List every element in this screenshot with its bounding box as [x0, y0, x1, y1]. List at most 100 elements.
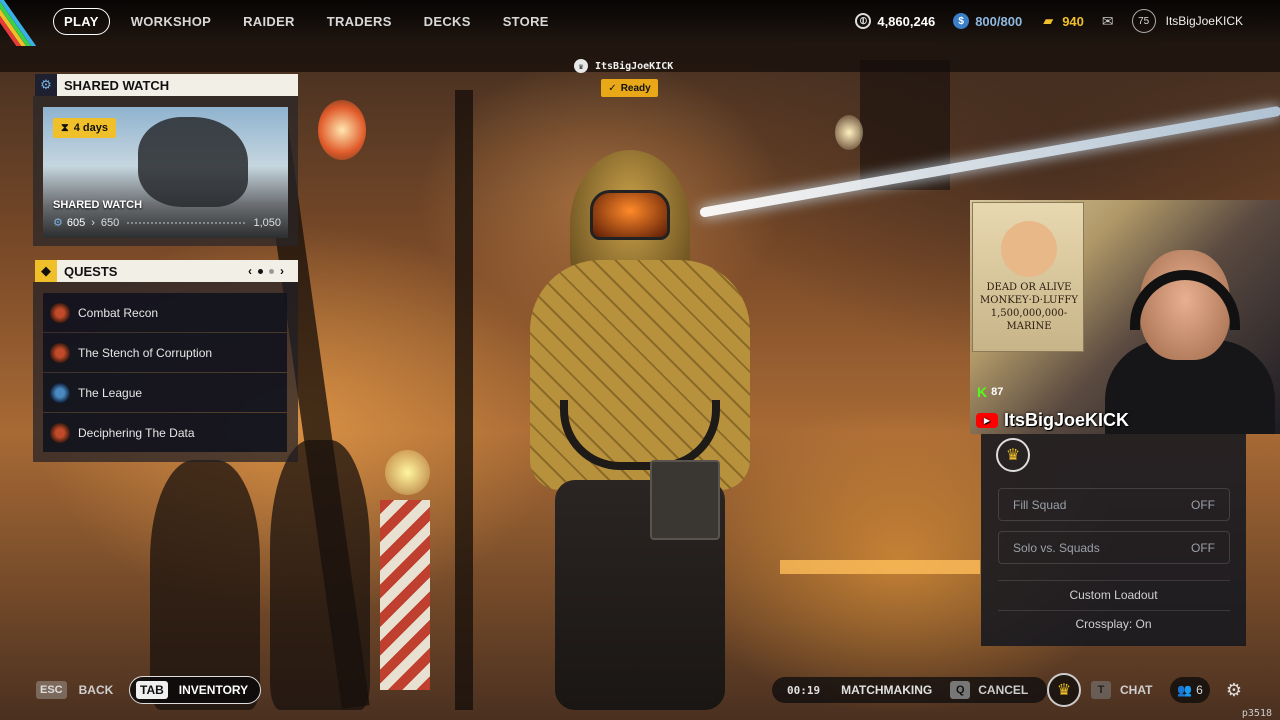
nav-raider[interactable]: RAIDER	[243, 14, 295, 29]
quest-item[interactable]: Combat Recon	[43, 293, 287, 332]
divider	[998, 580, 1230, 581]
wanted-poster: DEAD OR ALIVE MONKEY·D·LUFFY 1,500,000,0…	[972, 202, 1084, 352]
friends-count: 6	[1196, 683, 1203, 697]
character-device	[650, 460, 720, 540]
custom-loadout-button[interactable]: Custom Loadout	[981, 588, 1246, 602]
quest-item[interactable]: Deciphering The Data	[43, 413, 287, 452]
character-visor	[590, 190, 670, 240]
quests-title: QUESTS	[64, 263, 118, 279]
hourglass-icon: ⧗	[61, 121, 69, 134]
crown-icon: ♛	[574, 59, 588, 73]
back-label: BACK	[78, 683, 114, 697]
gear-icon: ⚙	[53, 217, 63, 229]
poster-face	[1001, 221, 1057, 277]
quest-icon: ◆	[35, 260, 57, 282]
chevron-right-icon[interactable]: ›	[280, 264, 284, 278]
chevron-right-icon: ›	[91, 216, 95, 229]
solo-vs-squads-toggle[interactable]: Solo vs. Squads OFF	[998, 531, 1230, 564]
main-nav: PLAY WORKSHOP RAIDER TRADERS DECKS STORE	[53, 8, 581, 35]
t-key-hint: T	[1091, 681, 1111, 699]
quest-item[interactable]: The League	[43, 373, 287, 412]
coins-value: 4,860,246	[877, 13, 936, 29]
quest-item[interactable]: The Stench of Corruption	[43, 333, 287, 372]
trader-avatar-icon	[50, 302, 70, 323]
shared-watch-card-title: SHARED WATCH	[53, 199, 143, 211]
mail-button[interactable]: ✉	[1102, 13, 1114, 30]
matchmaking-label: MATCHMAKING	[841, 683, 933, 697]
kick-logo-icon: K	[977, 384, 988, 400]
ready-status-text: Ready	[620, 82, 651, 94]
player-emblem-icon[interactable]: ♛	[1047, 673, 1081, 707]
progress-next: 650	[100, 216, 120, 229]
matchmaking-bar: 00:19 MATCHMAKING Q CANCEL	[772, 677, 1047, 703]
light-lamp	[318, 100, 366, 160]
light-lamp	[385, 450, 430, 495]
shared-watch-title: SHARED WATCH	[64, 77, 170, 93]
raider-character	[500, 150, 780, 710]
shared-watch-header: ⚙ SHARED WATCH	[35, 74, 298, 96]
scaffold-beam	[455, 90, 473, 710]
lobby-player-name: ItsBigJoeKICK	[595, 60, 674, 72]
crossplay-setting[interactable]: Crossplay: On	[981, 617, 1246, 631]
progress-current: 605	[66, 216, 86, 229]
nav-store[interactable]: STORE	[503, 14, 549, 29]
fill-squad-value: OFF	[1191, 497, 1215, 512]
hazard-post	[380, 500, 430, 690]
cred-icon: ▰	[1043, 13, 1054, 28]
trader-avatar-icon	[50, 342, 70, 363]
quest-label: The League	[78, 385, 143, 400]
nav-play[interactable]: PLAY	[53, 8, 110, 35]
page-dot-active[interactable]	[258, 268, 263, 274]
squad-emblem-icon: ♛	[996, 438, 1030, 472]
page-dot[interactable]	[269, 268, 274, 274]
kick-viewer-count: K 87	[977, 384, 1003, 400]
check-icon: ✓	[608, 82, 617, 94]
channel-name: ItsBigJoeKICK	[1004, 410, 1130, 430]
chat-button[interactable]: T CHAT	[1091, 681, 1152, 699]
fill-squad-label: Fill Squad	[1013, 497, 1067, 512]
back-button[interactable]: ESC BACK	[36, 681, 113, 699]
npc-silhouette	[150, 460, 260, 710]
token-icon: $	[953, 13, 970, 29]
currency-display: ⦶ 4,860,246 $ 800/800 ▰ 940 ✉ 75 ItsBigJ…	[855, 0, 1280, 42]
cancel-matchmaking-button[interactable]: CANCEL	[978, 683, 1028, 697]
friends-button[interactable]: 👥 6	[1170, 677, 1210, 703]
gear-icon: ⚙	[35, 74, 57, 96]
brand-stripes	[0, 0, 46, 46]
build-id: p3518	[1241, 708, 1272, 719]
coins-display[interactable]: ⦶ 4,860,246	[855, 13, 935, 29]
mech-illustration	[138, 117, 248, 207]
profile-username[interactable]: ItsBigJoeKICK	[1166, 14, 1243, 28]
streamer-webcam-overlay: DEAD OR ALIVE MONKEY·D·LUFFY 1,500,000,0…	[970, 200, 1280, 434]
progress-track	[127, 221, 246, 224]
chat-label: CHAT	[1120, 683, 1153, 697]
raider-tokens-value: 800/800	[975, 13, 1023, 29]
raider-tokens-display[interactable]: $ 800/800	[953, 13, 1022, 29]
chevron-left-icon[interactable]: ‹	[248, 264, 252, 278]
nav-workshop[interactable]: WORKSHOP	[131, 14, 211, 29]
light-lamp	[835, 115, 863, 150]
top-navigation-bar: PLAY WORKSHOP RAIDER TRADERS DECKS STORE…	[0, 0, 1280, 46]
nav-traders[interactable]: TRADERS	[327, 14, 392, 29]
progress-max: 1,050	[253, 216, 281, 229]
poster-text: DEAD OR ALIVE MONKEY·D·LUFFY 1,500,000,0…	[980, 282, 1078, 332]
shared-watch-card[interactable]: ⧗ 4 days SHARED WATCH ⚙ 605 › 650 1,050	[43, 107, 288, 238]
quests-header: ◆ QUESTS ‹ ›	[35, 260, 298, 282]
ready-status-badge: ✓ Ready	[601, 79, 658, 97]
nav-decks[interactable]: DECKS	[424, 14, 471, 29]
trader-avatar-icon	[50, 422, 70, 443]
q-key-hint: Q	[950, 681, 971, 699]
tab-key-hint: TAB	[136, 681, 168, 699]
divider	[998, 610, 1230, 611]
matchmaking-timer: 00:19	[787, 683, 821, 697]
youtube-logo-icon: ▶	[976, 413, 998, 428]
esc-key-hint: ESC	[36, 681, 67, 699]
settings-gear-icon[interactable]: ⚙	[1221, 677, 1247, 703]
quest-label: The Stench of Corruption	[78, 345, 213, 360]
coin-icon: ⦶	[855, 13, 872, 29]
inventory-button[interactable]: TAB INVENTORY	[129, 676, 262, 704]
quest-label: Deciphering The Data	[78, 425, 195, 440]
mail-icon: ✉	[1101, 12, 1114, 29]
cred-display[interactable]: ▰ 940	[1040, 13, 1084, 29]
fill-squad-toggle[interactable]: Fill Squad OFF	[998, 488, 1230, 521]
